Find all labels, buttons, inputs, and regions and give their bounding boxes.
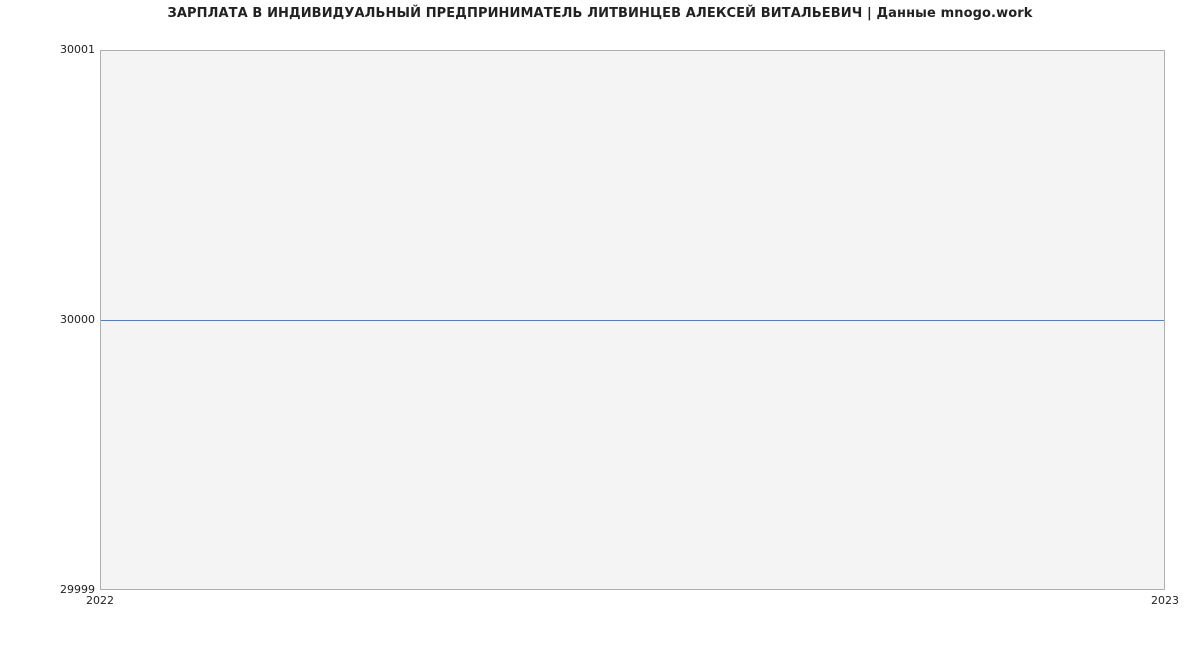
y-tick-label: 30001 <box>5 44 95 56</box>
y-tick-label: 30000 <box>5 314 95 326</box>
y-tick-label: 29999 <box>5 584 95 596</box>
chart-title: ЗАРПЛАТА В ИНДИВИДУАЛЬНЫЙ ПРЕДПРИНИМАТЕЛ… <box>0 6 1200 21</box>
plot-area <box>100 50 1165 590</box>
chart-container: ЗАРПЛАТА В ИНДИВИДУАЛЬНЫЙ ПРЕДПРИНИМАТЕЛ… <box>0 0 1200 650</box>
series-line <box>101 320 1164 321</box>
x-tick-label: 2022 <box>86 595 114 607</box>
x-tick-label: 2023 <box>1151 595 1179 607</box>
